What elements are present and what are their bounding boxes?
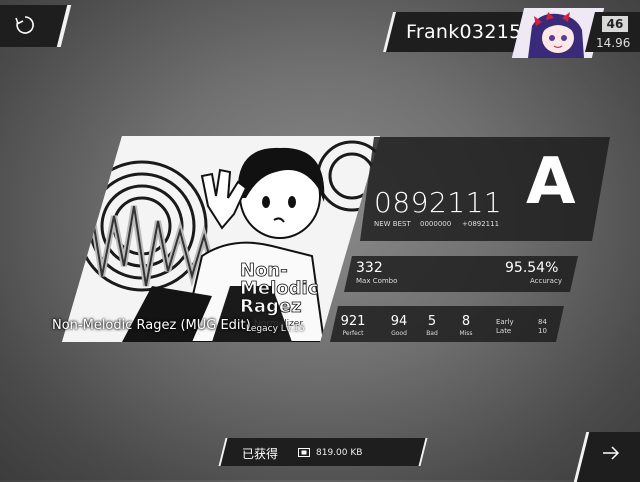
player-level-badge: 46 [602, 16, 628, 32]
accuracy-label: Accuracy [530, 277, 562, 285]
good-count: 94 [390, 314, 408, 329]
data-size: 819.00 KB [316, 448, 363, 458]
late-count: 10 [538, 327, 547, 335]
score-value: 0892111 [374, 186, 503, 219]
max-combo-value: 332 [356, 260, 383, 276]
retry-icon[interactable] [14, 14, 36, 36]
song-difficulty: Legacy Lv.15 [246, 324, 305, 334]
early-count: 84 [538, 318, 547, 326]
best-score-difference: +0892111 [462, 220, 500, 228]
max-combo-label: Max Combo [356, 277, 398, 285]
player-rks: 14.96 [596, 36, 631, 50]
late-label: Late [496, 327, 512, 335]
early-label: Early [496, 318, 514, 326]
player-name: Frank03215 [406, 21, 522, 43]
cover-text-3: Ragez [240, 296, 302, 317]
accuracy-value: 95.54% [505, 260, 559, 276]
previous-best-score: 0000000 [420, 220, 452, 228]
miss-count: 8 [461, 314, 471, 329]
bad-count: 5 [427, 314, 437, 329]
good-label: Good [391, 330, 407, 337]
grade-letter: A [526, 145, 576, 219]
bad-label: Bad [426, 330, 438, 337]
perfect-count: 921 [340, 314, 366, 329]
song-name: Non-Melodic Ragez (MUG Edit) [52, 318, 251, 333]
perfect-label: Perfect [342, 330, 364, 337]
miss-label: Miss [459, 330, 473, 337]
obtained-label: 已获得 [242, 447, 279, 461]
new-best-label: NEW BEST [374, 220, 411, 228]
arrow-right-icon[interactable] [602, 446, 620, 460]
data-chip-icon [298, 448, 310, 457]
song-illustration: Non- Melodic Ragez Normalizer [62, 136, 380, 342]
